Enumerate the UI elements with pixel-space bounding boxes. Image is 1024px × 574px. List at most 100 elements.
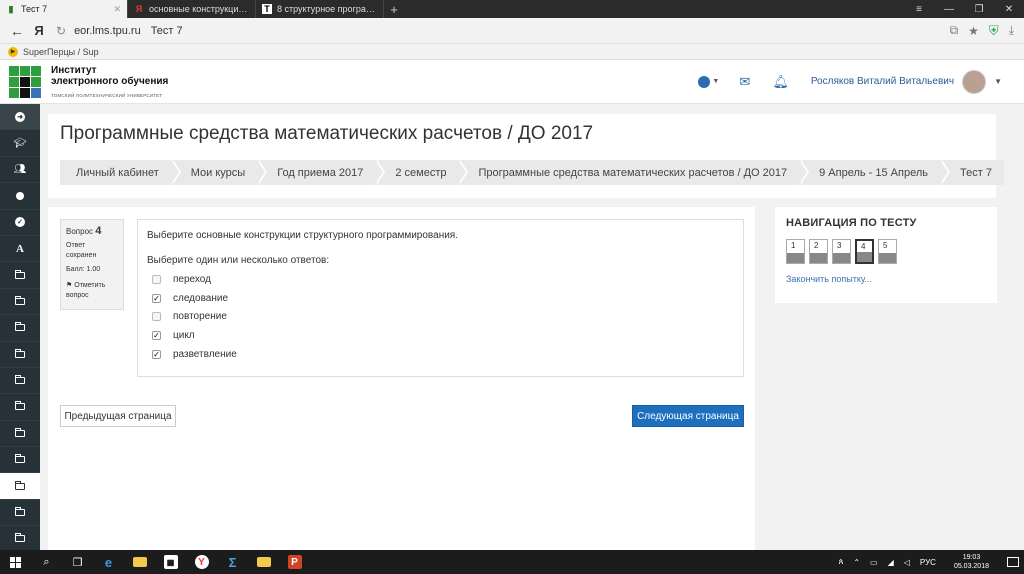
keyboard-language[interactable]: РУС [920,558,936,567]
browser-tab-yandex-search[interactable]: Я основные конструкции стр [128,0,256,18]
breadcrumb-item[interactable]: 2 семестр [377,160,469,185]
sigma-icon[interactable]: Σ [217,550,248,574]
quiz-nav-question-1[interactable]: 1 [786,239,805,264]
next-page-button[interactable]: Следующая страница [632,405,744,427]
tab-title: Тест 7 [21,4,48,14]
tab-title: основные конструкции стр [149,4,249,14]
store-icon[interactable]: ▦ [155,550,186,574]
browser-tab-slides[interactable]: T 8 структурное программир [256,0,384,18]
answer-option[interactable]: ✓ следование [147,289,734,308]
browser-tab-bar: ▮ Тест 7 ✕ Я основные конструкции стр T … [0,0,1024,18]
reload-icon[interactable]: ↻ [56,24,66,38]
volume-icon[interactable]: ◁ [904,558,910,567]
close-window-icon[interactable]: ✕ [994,0,1024,18]
question-score: Балл: 1.00 [66,266,101,273]
url-field[interactable]: ↻ eor.lms.tpu.ru Тест 7 [56,21,944,41]
language-menu[interactable]: ▼ [697,70,721,94]
sidebar-folder-icon[interactable] [0,315,40,342]
network-icon[interactable]: ◢ [888,558,894,567]
answer-option[interactable]: ✓ разветвление [147,345,734,364]
tray-chevron-up-icon[interactable]: ⌃ [853,558,860,567]
user-name[interactable]: Росляков Виталий Витальевич [811,76,954,87]
battery-icon[interactable]: ▭ [870,558,878,567]
yandex-icon: Я [135,4,143,14]
clock-date: 05.03.2018 [953,563,989,570]
notification-center-icon[interactable] [1007,557,1019,567]
quiz-nav-question-3[interactable]: 3 [832,239,851,264]
star-icon[interactable]: ★ [968,24,979,38]
slides-icon: T [262,4,272,14]
windows-start-icon[interactable] [0,550,31,574]
sidebar-folder-icon[interactable] [0,368,40,395]
restore-icon[interactable]: ❐ [964,0,994,18]
notifications-bell-icon[interactable]: 🔔︎ [769,70,793,94]
back-icon[interactable]: ← [6,20,28,42]
state-line1: Ответ [66,242,86,249]
breadcrumb-item[interactable]: Личный кабинет [60,160,181,185]
breadcrumb-item[interactable]: Год приема 2017 [259,160,386,185]
protect-shield-icon[interactable]: ⛨ [989,23,999,39]
checkbox-checked[interactable]: ✓ [152,293,161,303]
clock[interactable]: 19:03 05.03.2018 [949,553,994,571]
user-menu-chevron-down-icon[interactable]: ▼ [994,77,1002,86]
messages-envelope-icon[interactable]: ✉ [733,70,757,94]
sidebar-folder-icon[interactable] [0,289,40,316]
download-icon[interactable]: ⤓ [1009,23,1014,38]
sidebar-folder-icon[interactable] [0,447,40,474]
yandex-browser-icon[interactable]: Y [186,550,217,574]
answer-option[interactable]: повторение [147,307,734,326]
sidebar-folder-icon[interactable] [0,526,40,553]
sidebar-toggle-icon[interactable]: ➜ [0,104,40,131]
checkbox-checked[interactable]: ✓ [152,349,161,359]
checkbox[interactable] [152,312,161,322]
sidebar-folder-icon[interactable] [0,394,40,421]
address-bar-actions: ⧉ ★ ⛨ ⤓ [950,23,1014,39]
answer-option[interactable]: ✓ цикл [147,326,734,345]
sidebar-folder-icon-active[interactable] [0,473,40,500]
sidebar-folder-icon[interactable] [0,500,40,527]
breadcrumb-item[interactable]: Тест 7 [942,160,1004,185]
avatar[interactable] [962,69,987,94]
sidebar-graduation-cap-icon[interactable]: 🎓︎ [0,130,40,157]
browser-tab-test7[interactable]: ▮ Тест 7 ✕ [0,0,128,18]
file-explorer-icon[interactable] [124,550,155,574]
logo-line2: электронного обучения [51,76,169,87]
site-logo[interactable]: Институт электронного обучения ТОМСКИЙ П… [9,65,168,98]
sidebar-users-icon[interactable]: 👥︎ [0,157,40,184]
breadcrumb: Личный кабинет Мои курсы Год приема 2017… [60,160,1006,185]
minimize-icon[interactable]: — [934,0,964,18]
task-view-icon[interactable]: ❐ [62,550,93,574]
state-line2: сохранен [66,252,97,259]
quiz-nav-question-4-current[interactable]: 4 [855,239,874,264]
sidebar-check-icon[interactable]: ✓ [0,210,40,236]
folder-icon[interactable] [248,550,279,574]
close-icon[interactable]: ✕ [113,4,121,15]
flag-question-link[interactable]: ⚑ Отметить вопрос [66,281,118,301]
new-tab-button[interactable]: + [384,0,404,18]
powerpoint-icon[interactable]: P [279,550,310,574]
checkbox[interactable] [152,274,161,284]
sidebar-circle-icon[interactable] [0,183,40,210]
previous-page-button[interactable]: Предыдущая страница [60,405,176,427]
breadcrumb-item[interactable]: 9 Апрель - 15 Апрель [801,160,950,185]
breadcrumb-item[interactable]: Программные средства математических расч… [460,160,809,185]
question-content: Выберите основные конструкции структурно… [137,219,744,377]
sidebar-folder-icon[interactable] [0,421,40,448]
people-icon[interactable]: ጰ [839,557,844,567]
bookmark-item[interactable]: SuperПерцы / Sup [23,47,99,57]
sidebar-folder-icon[interactable] [0,262,40,289]
translate-icon[interactable]: ⧉ [950,23,959,38]
sidebar-folder-icon[interactable] [0,342,40,368]
checkbox-checked[interactable]: ✓ [152,330,161,340]
edge-icon[interactable]: e [93,550,124,574]
answer-option[interactable]: переход [147,270,734,289]
quiz-nav-question-2[interactable]: 2 [809,239,828,264]
menu-icon[interactable]: ≡ [904,0,934,18]
yandex-home-button[interactable]: Я [28,23,50,38]
search-icon[interactable]: ⌕ [31,550,62,574]
finish-attempt-link[interactable]: Закончить попытку... [786,274,986,284]
breadcrumb-item[interactable]: Мои курсы [172,160,268,185]
logo-line1: Институт [51,65,97,76]
quiz-nav-question-5[interactable]: 5 [878,239,897,264]
sidebar-font-icon[interactable]: A [0,236,40,263]
